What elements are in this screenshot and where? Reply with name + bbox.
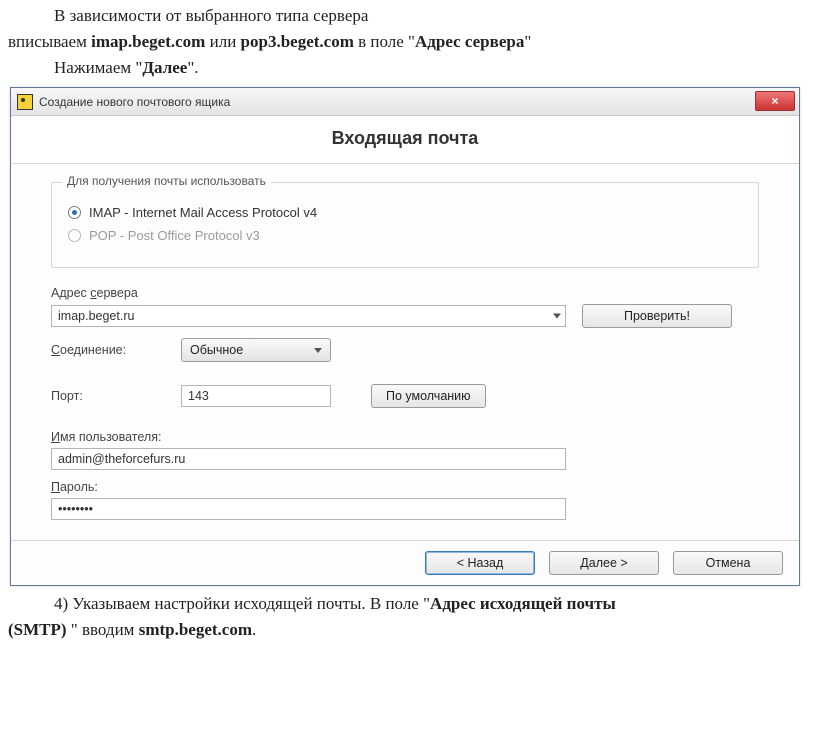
password-label: Пароль: bbox=[51, 480, 759, 494]
radio-imap-label: IMAP - Internet Mail Access Protocol v4 bbox=[89, 205, 317, 220]
server-block: Адрес сервера imap.beget.ru Проверить! bbox=[51, 286, 759, 328]
radio-pop-icon bbox=[68, 229, 81, 242]
protocol-legend: Для получения почты использовать bbox=[62, 174, 271, 188]
chevron-down-icon bbox=[314, 348, 322, 353]
connection-select[interactable]: Обычное bbox=[181, 338, 331, 362]
page-title: Входящая почта bbox=[11, 128, 799, 149]
page-header: Входящая почта bbox=[11, 116, 799, 164]
server-address-combo[interactable]: imap.beget.ru bbox=[51, 305, 566, 327]
password-input[interactable]: •••••••• bbox=[51, 498, 566, 520]
protocol-fieldset: Для получения почты использовать IMAP - … bbox=[51, 182, 759, 268]
close-button[interactable]: × bbox=[755, 91, 795, 111]
connection-value: Обычное bbox=[190, 343, 243, 357]
radio-pop-label: POP - Post Office Protocol v3 bbox=[89, 228, 260, 243]
connection-row: Соединение: Обычное bbox=[51, 338, 759, 362]
window-title: Создание нового почтового ящика bbox=[39, 95, 230, 109]
server-address-value: imap.beget.ru bbox=[58, 306, 134, 326]
server-label: Адрес сервера bbox=[51, 286, 759, 300]
app-icon bbox=[17, 94, 33, 110]
button-bar: < Назад Далее > Отмена bbox=[11, 540, 799, 585]
port-input[interactable]: 143 bbox=[181, 385, 331, 407]
port-row: Порт: 143 По умолчанию bbox=[51, 384, 759, 408]
chevron-down-icon bbox=[553, 314, 561, 319]
cancel-button[interactable]: Отмена bbox=[673, 551, 783, 575]
port-label: Порт: bbox=[51, 389, 181, 403]
check-button[interactable]: Проверить! bbox=[582, 304, 732, 328]
doc-line1: В зависимости от выбранного типа сервера bbox=[54, 6, 368, 25]
next-button[interactable]: Далее > bbox=[549, 551, 659, 575]
titlebar: Создание нового почтового ящика × bbox=[11, 88, 799, 116]
doc-instructions-above: В зависимости от выбранного типа сервера… bbox=[0, 4, 816, 79]
radio-imap[interactable]: IMAP - Internet Mail Access Protocol v4 bbox=[68, 205, 742, 220]
default-port-button[interactable]: По умолчанию bbox=[371, 384, 486, 408]
mail-setup-window: Создание нового почтового ящика × Входящ… bbox=[10, 87, 800, 586]
back-button[interactable]: < Назад bbox=[425, 551, 535, 575]
connection-label: Соединение: bbox=[51, 343, 181, 357]
username-input[interactable]: admin@theforcefurs.ru bbox=[51, 448, 566, 470]
radio-imap-icon bbox=[68, 206, 81, 219]
form-area: Для получения почты использовать IMAP - … bbox=[11, 164, 799, 540]
doc-instructions-below: 4) Указываем настройки исходящей почты. … bbox=[0, 592, 816, 642]
radio-pop[interactable]: POP - Post Office Protocol v3 bbox=[68, 228, 742, 243]
username-block: Имя пользователя: admin@theforcefurs.ru bbox=[51, 430, 759, 470]
username-label: Имя пользователя: bbox=[51, 430, 759, 444]
password-block: Пароль: •••••••• bbox=[51, 480, 759, 520]
